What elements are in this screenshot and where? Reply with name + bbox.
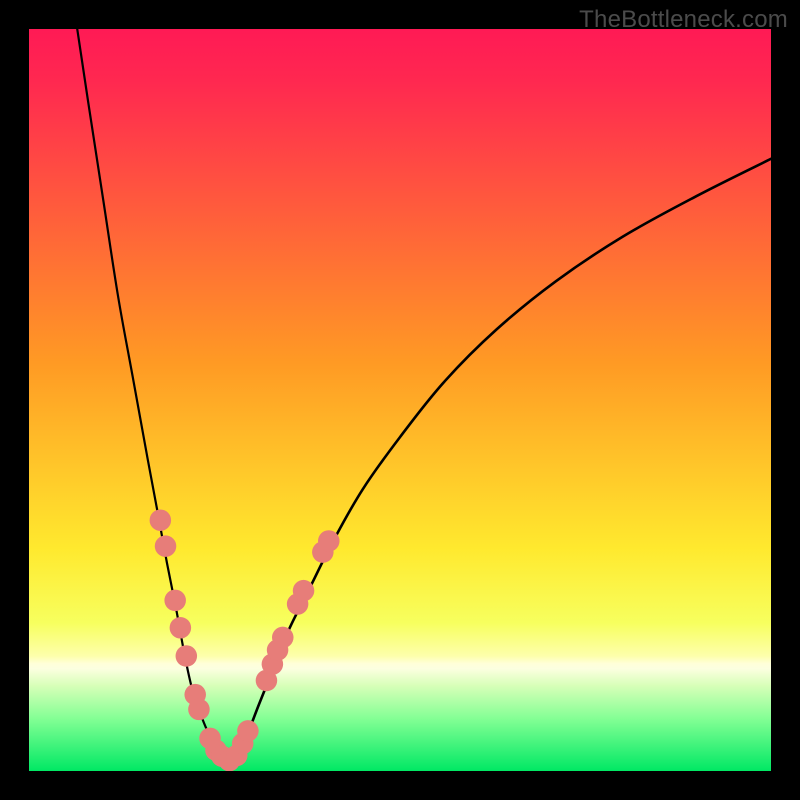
outer-frame: TheBottleneck.com [0, 0, 800, 800]
gradient-background [29, 29, 771, 771]
data-point [272, 627, 294, 649]
data-point [293, 580, 315, 602]
data-point [188, 699, 210, 721]
chart-svg [29, 29, 771, 771]
data-point [237, 720, 259, 742]
plot-area [29, 29, 771, 771]
data-point [150, 509, 172, 531]
data-point [170, 617, 192, 639]
data-point [164, 590, 186, 612]
data-point [155, 535, 177, 557]
data-point [176, 645, 198, 667]
data-point [318, 530, 340, 552]
